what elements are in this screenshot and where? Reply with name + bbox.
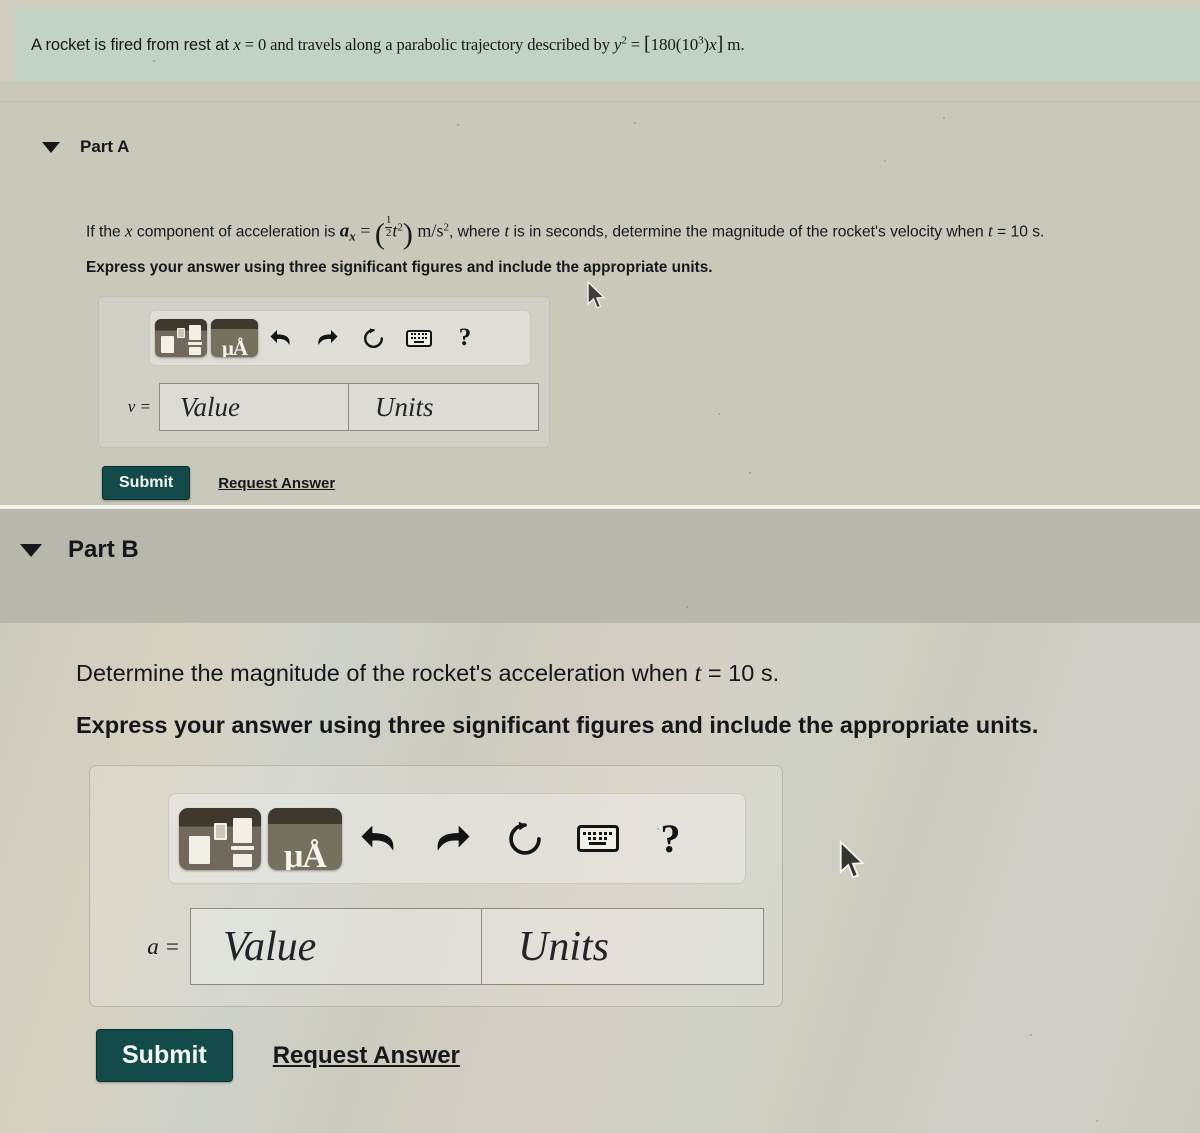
- screen-speck: [686, 606, 688, 608]
- units-icon-label: μÅ: [284, 837, 327, 870]
- part-a-value-input[interactable]: Value: [159, 383, 349, 431]
- screen-speck: [943, 117, 945, 119]
- screen-speck: [634, 122, 636, 124]
- keyboard-icon[interactable]: [561, 808, 634, 870]
- keyboard-icon[interactable]: [396, 318, 442, 358]
- qa-lead: If the: [86, 223, 126, 241]
- qa-tail-c: = 10 s.: [992, 223, 1045, 241]
- assignment-page: A rocket is fired from rest at x = 0 and…: [0, 0, 1200, 1133]
- part-a-units-placeholder: Units: [375, 391, 434, 422]
- part-a-title: Part A: [80, 137, 130, 156]
- undo-icon[interactable]: [342, 808, 415, 870]
- part-b-units-placeholder: Units: [518, 923, 610, 970]
- qb-tail: = 10 s.: [701, 660, 780, 686]
- statement-var-x2: x: [709, 35, 717, 54]
- qa-a-symbol: a: [339, 220, 350, 242]
- qa-units-m: m: [417, 220, 432, 241]
- collapse-caret-icon[interactable]: [20, 543, 42, 557]
- part-a-answer-box: μÅ ? v = Value Units: [98, 296, 550, 448]
- statement-eq-zero: = 0 and travels along a parabolic trajec…: [240, 35, 614, 54]
- part-b-header[interactable]: Part B: [20, 536, 139, 564]
- part-b-value-placeholder: Value: [223, 923, 317, 970]
- redo-icon[interactable]: [415, 808, 488, 870]
- screen-speck: [884, 160, 886, 162]
- statement-prefix: A rocket is fired from rest at: [31, 36, 234, 54]
- statement-equals: =: [626, 35, 645, 54]
- part-a-variable-label: v =: [127, 397, 151, 416]
- part-b-variable-label: a =: [147, 933, 180, 959]
- part-b-submit-row: Submit Request Answer: [96, 1029, 460, 1082]
- part-b-answer-row: a = Value Units: [108, 908, 764, 985]
- qa-var-x: x: [125, 221, 133, 241]
- part-a-units-input[interactable]: Units: [349, 383, 539, 431]
- part-b-request-answer-link[interactable]: Request Answer: [273, 1042, 460, 1070]
- divider-line: [0, 101, 1200, 102]
- qa-paren-open: (: [374, 217, 385, 251]
- part-b-submit-button[interactable]: Submit: [96, 1029, 233, 1082]
- part-a-toolbar: μÅ ?: [149, 310, 531, 366]
- part-b-instruction: Express your answer using three signific…: [76, 712, 1039, 738]
- qa-mid: component of acceleration is: [132, 223, 340, 241]
- qa-paren-close: ): [402, 217, 413, 251]
- screen-speck: [657, 828, 659, 830]
- screen-speck: [153, 60, 155, 62]
- qa-tail-a: , where: [448, 223, 505, 241]
- part-b-title: Part B: [68, 536, 139, 563]
- qa-equals: =: [355, 220, 375, 241]
- part-a-question-text: If the x component of acceleration is ax…: [86, 214, 1045, 252]
- part-b-units-input[interactable]: Units: [482, 908, 764, 985]
- part-b-toolbar: μÅ ?: [168, 793, 746, 884]
- part-a-header[interactable]: Part A: [42, 137, 129, 157]
- units-icon[interactable]: μÅ: [211, 319, 258, 357]
- part-a-submit-button[interactable]: Submit: [102, 466, 191, 500]
- math-template-icon[interactable]: [179, 807, 261, 870]
- units-icon-label: μÅ: [221, 336, 248, 358]
- part-a-answer-row: v = Value Units: [109, 383, 539, 431]
- part-b-value-input[interactable]: Value: [190, 908, 482, 985]
- reset-icon[interactable]: [488, 808, 561, 870]
- reset-icon[interactable]: [350, 318, 396, 358]
- screen-speck: [457, 124, 459, 126]
- undo-icon[interactable]: [258, 318, 304, 358]
- help-icon[interactable]: ?: [442, 318, 488, 358]
- statement-var-x: x: [233, 35, 241, 54]
- statement-coefficient: 180(10: [650, 35, 699, 54]
- screen-speck: [749, 472, 751, 474]
- part-a-value-placeholder: Value: [180, 391, 240, 422]
- part-a-submit-row: Submit Request Answer: [102, 466, 335, 500]
- problem-statement-banner: A rocket is fired from rest at x = 0 and…: [14, 8, 1200, 81]
- help-icon[interactable]: ?: [634, 808, 707, 870]
- qb-lead: Determine the magnitude of the rocket's …: [76, 660, 695, 686]
- math-template-icon[interactable]: [155, 319, 207, 357]
- part-b-question-text: Determine the magnitude of the rocket's …: [76, 660, 779, 688]
- part-a-request-answer-link[interactable]: Request Answer: [218, 475, 335, 492]
- part-b-header-region: [0, 509, 1200, 623]
- screen-speck: [718, 413, 720, 415]
- units-icon[interactable]: μÅ: [268, 807, 342, 870]
- collapse-caret-icon[interactable]: [42, 141, 60, 153]
- part-a-instruction: Express your answer using three signific…: [86, 259, 713, 276]
- problem-statement-text: A rocket is fired from rest at x = 0 and…: [14, 33, 745, 56]
- qa-tail-b: is in seconds, determine the magnitude o…: [509, 223, 989, 241]
- statement-units: m: [727, 35, 741, 54]
- statement-period: .: [740, 35, 745, 54]
- screen-speck: [1030, 1034, 1032, 1036]
- redo-icon[interactable]: [304, 318, 350, 358]
- screen-speck: [1096, 1120, 1098, 1122]
- part-b-answer-box: μÅ ? a = Value Units: [89, 765, 783, 1007]
